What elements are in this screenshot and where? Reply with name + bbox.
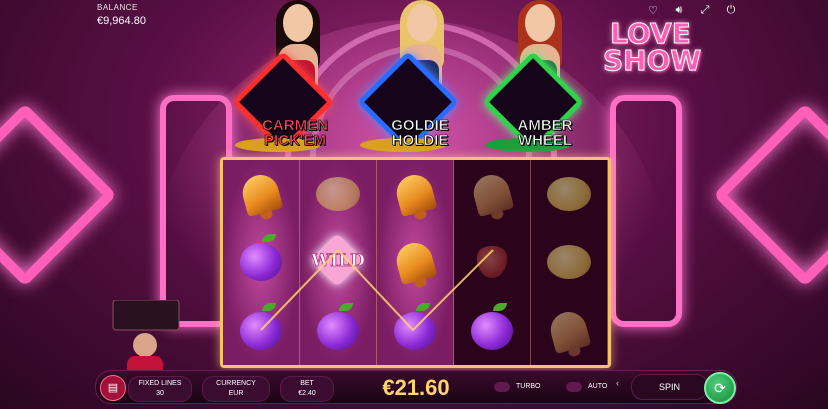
neon-frame-right bbox=[610, 95, 682, 327]
lemon-icon bbox=[547, 245, 591, 280]
game-logo: LOVE SHOW bbox=[603, 17, 702, 77]
currency-label: CURRENCY bbox=[216, 380, 256, 387]
bonus-name-carmen: CARMEN PICK'EM bbox=[262, 117, 328, 149]
currency-value: EUR bbox=[228, 390, 244, 397]
symbol-bell bbox=[377, 228, 453, 296]
bet-label: BET bbox=[300, 380, 314, 387]
plum-icon bbox=[240, 234, 282, 282]
bonus-name-amber: AMBER WHEEL bbox=[517, 117, 573, 149]
bonus-goldie-holdie: GOLDIE HOLDIE bbox=[350, 51, 460, 155]
spin-button[interactable]: ⟳ bbox=[704, 372, 736, 404]
symbol-strawberry bbox=[454, 228, 530, 296]
fixed-lines-value: 30 bbox=[156, 390, 164, 397]
symbol-bell bbox=[454, 160, 530, 228]
symbol-lemon bbox=[531, 228, 607, 296]
balance-label: BALANCE bbox=[97, 3, 138, 12]
turbo-label: TURBO bbox=[516, 383, 541, 390]
bell-icon bbox=[469, 171, 515, 218]
strawberry-icon bbox=[477, 246, 507, 279]
win-amount: €21.60 bbox=[382, 375, 450, 400]
symbol-bell bbox=[531, 297, 607, 365]
plum-icon bbox=[317, 302, 359, 350]
reel-1 bbox=[223, 160, 300, 365]
power-icon[interactable]: ⏻ bbox=[724, 4, 738, 17]
wild-label: WILD bbox=[311, 251, 366, 272]
symbol-bell bbox=[223, 160, 299, 228]
auto-toggle[interactable]: AUTO bbox=[566, 380, 607, 394]
auto-label: AUTO bbox=[588, 383, 608, 390]
presenter-figure bbox=[112, 300, 180, 380]
bell-icon bbox=[392, 171, 438, 218]
fixed-lines-label: FIXED LINES bbox=[138, 380, 182, 387]
lemon-icon bbox=[547, 177, 591, 212]
lemon-icon bbox=[316, 177, 360, 212]
plum-icon bbox=[471, 302, 513, 350]
menu-icon[interactable]: ▤ bbox=[100, 375, 126, 401]
reel-4 bbox=[454, 160, 531, 365]
reel-grid: WILD bbox=[220, 157, 611, 368]
fullscreen-icon[interactable]: ⤢ bbox=[698, 4, 712, 17]
volume-icon[interactable]: 🔊︎ bbox=[672, 4, 686, 17]
logo-line2: SHOW bbox=[603, 44, 702, 77]
currency-display[interactable]: CURRENCY EUR bbox=[202, 376, 270, 402]
bell-icon bbox=[392, 239, 438, 286]
plum-icon bbox=[240, 302, 282, 350]
fixed-lines-display: FIXED LINES 30 bbox=[128, 376, 192, 402]
symbol-wild: WILD bbox=[300, 228, 376, 296]
bonus-name-goldie: GOLDIE HOLDIE bbox=[391, 117, 449, 149]
balance-value: €9,964.80 bbox=[97, 15, 146, 27]
spin-arrows-icon: ⟳ bbox=[714, 380, 726, 396]
reel-2: WILD bbox=[300, 160, 377, 365]
reel-3 bbox=[377, 160, 454, 365]
symbol-plum bbox=[223, 297, 299, 365]
logo-line1: LOVE bbox=[610, 17, 692, 50]
bet-value: €2.40 bbox=[298, 390, 316, 397]
plum-icon bbox=[394, 302, 436, 350]
neon-heart-left bbox=[0, 103, 117, 287]
symbol-plum bbox=[377, 297, 453, 365]
bell-icon bbox=[238, 171, 284, 218]
chevron-left-icon: ‹ bbox=[616, 378, 619, 388]
symbol-plum bbox=[454, 297, 530, 365]
bet-selector[interactable]: BET €2.40 bbox=[280, 376, 334, 402]
control-bar: ▤ FIXED LINES 30 CURRENCY EUR BET €2.40 … bbox=[95, 370, 737, 404]
neon-heart-right bbox=[713, 103, 828, 287]
symbol-lemon bbox=[531, 160, 607, 228]
symbol-plum bbox=[223, 228, 299, 296]
symbol-bell bbox=[377, 160, 453, 228]
symbol-lemon bbox=[300, 160, 376, 228]
heart-icon[interactable]: ♡ bbox=[646, 4, 660, 17]
balance-display: BALANCE €9,964.80 bbox=[97, 3, 146, 27]
spin-label: SPIN bbox=[658, 382, 680, 392]
spin-label-pill[interactable]: SPIN bbox=[631, 374, 708, 400]
bonus-amber-wheel: AMBER WHEEL bbox=[475, 51, 585, 155]
top-controls: ♡ 🔊︎ ⤢ ⏻ bbox=[646, 4, 738, 17]
bonus-carmen-pickem: CARMEN PICK'EM bbox=[225, 51, 335, 155]
bell-icon bbox=[546, 307, 592, 354]
turbo-toggle[interactable]: TURBO bbox=[494, 380, 541, 394]
reel-5 bbox=[531, 160, 608, 365]
symbol-plum bbox=[300, 297, 376, 365]
wild-heart-icon: WILD bbox=[308, 233, 368, 288]
